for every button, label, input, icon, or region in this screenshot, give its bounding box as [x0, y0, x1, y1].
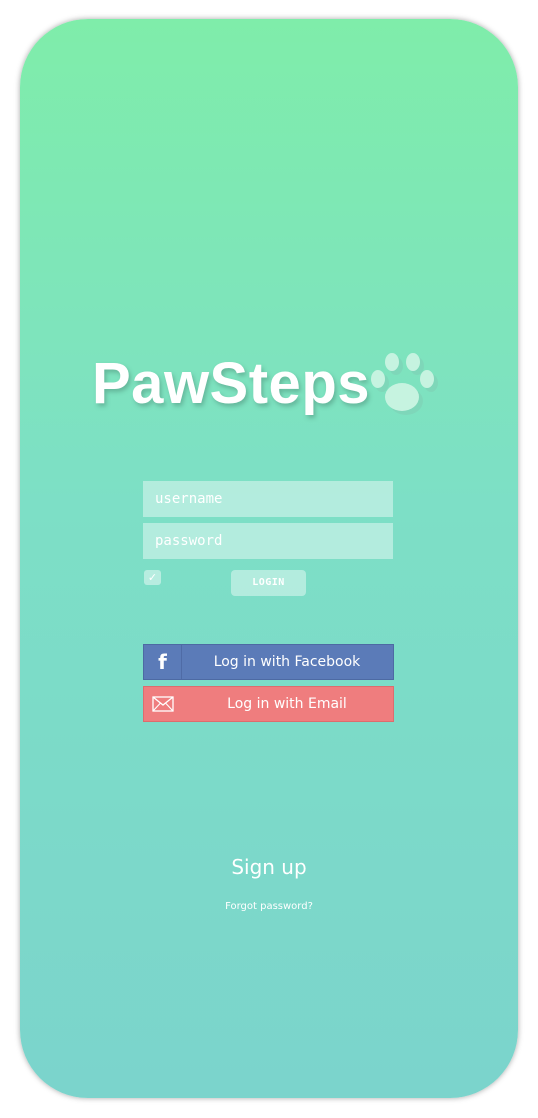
login-button-label: LOGIN	[252, 577, 285, 588]
paw-icon	[371, 353, 438, 415]
password-input[interactable]	[143, 523, 393, 559]
remember-checkbox[interactable]: ✓	[144, 570, 161, 585]
username-input[interactable]	[143, 481, 393, 517]
phone-screen: PawSteps ✓ LOGIN f	[20, 19, 518, 1098]
signup-link[interactable]: Sign up	[20, 855, 518, 879]
email-login-label: Log in with Email	[227, 696, 347, 712]
login-button[interactable]: LOGIN	[231, 570, 306, 596]
facebook-icon: f	[144, 645, 182, 679]
email-login-button[interactable]: Log in with Email	[143, 686, 394, 722]
envelope-icon	[144, 687, 181, 721]
app-logo: PawSteps	[92, 349, 452, 449]
facebook-login-button[interactable]: f Log in with Facebook	[143, 644, 394, 680]
facebook-login-label: Log in with Facebook	[213, 654, 361, 670]
app-logo-text: PawSteps	[92, 351, 370, 416]
forgot-password-link[interactable]: Forgot password?	[20, 901, 518, 912]
checkmark-icon: ✓	[147, 571, 158, 584]
